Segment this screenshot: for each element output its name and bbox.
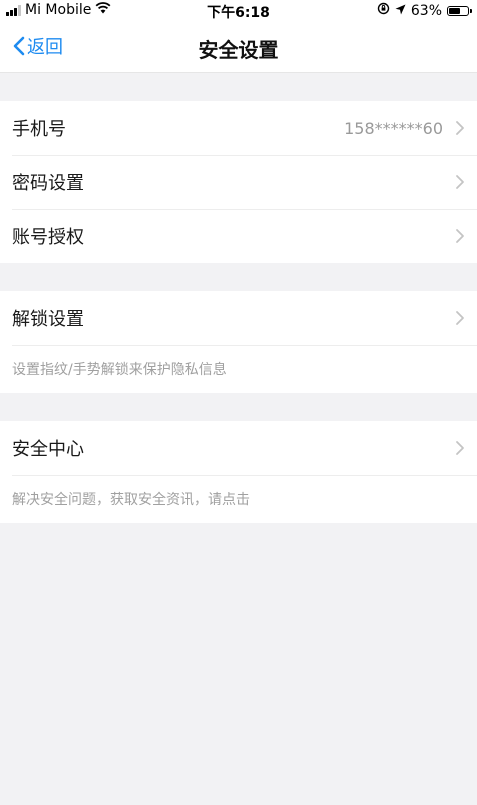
orientation-lock-icon [377, 2, 390, 19]
chevron-right-icon [456, 229, 464, 243]
security-center-row[interactable]: 安全中心 [0, 421, 477, 475]
status-bar: Mi Mobile 下午6:18 63% [0, 0, 477, 22]
phone-number-row[interactable]: 手机号 158******60 [0, 101, 477, 155]
security-center-group: 安全中心 解决安全问题，获取安全资讯，请点击 [0, 421, 477, 523]
battery-fill [449, 7, 460, 14]
chevron-right-icon [456, 121, 464, 135]
unlock-settings-row[interactable]: 解锁设置 [0, 291, 477, 345]
battery-percent: 63% [410, 2, 442, 19]
page-title: 安全设置 [198, 38, 279, 62]
security-center-label: 安全中心 [12, 439, 84, 460]
phone-number-label: 手机号 [12, 119, 66, 140]
account-authorization-label: 账号授权 [12, 227, 84, 248]
security-center-hint: 解决安全问题，获取安全资讯，请点击 [0, 475, 477, 523]
chevron-right-icon [456, 311, 464, 325]
unlock-settings-label: 解锁设置 [12, 309, 84, 330]
password-settings-label: 密码设置 [12, 173, 84, 194]
status-right: 63% [377, 2, 472, 19]
unlock-group: 解锁设置 设置指纹/手势解锁来保护隐私信息 [0, 291, 477, 393]
account-group: 手机号 158******60 密码设置 账号授权 [0, 101, 477, 263]
account-authorization-row[interactable]: 账号授权 [0, 209, 477, 263]
password-settings-row[interactable]: 密码设置 [0, 155, 477, 209]
chevron-right-icon [456, 441, 464, 455]
chevron-right-icon [456, 175, 464, 189]
phone-number-value: 158******60 [344, 118, 443, 138]
unlock-settings-hint: 设置指纹/手势解锁来保护隐私信息 [0, 345, 477, 393]
location-icon [395, 3, 406, 19]
battery-icon [447, 5, 472, 16]
navigation-bar: 返回 安全设置 [0, 22, 477, 73]
